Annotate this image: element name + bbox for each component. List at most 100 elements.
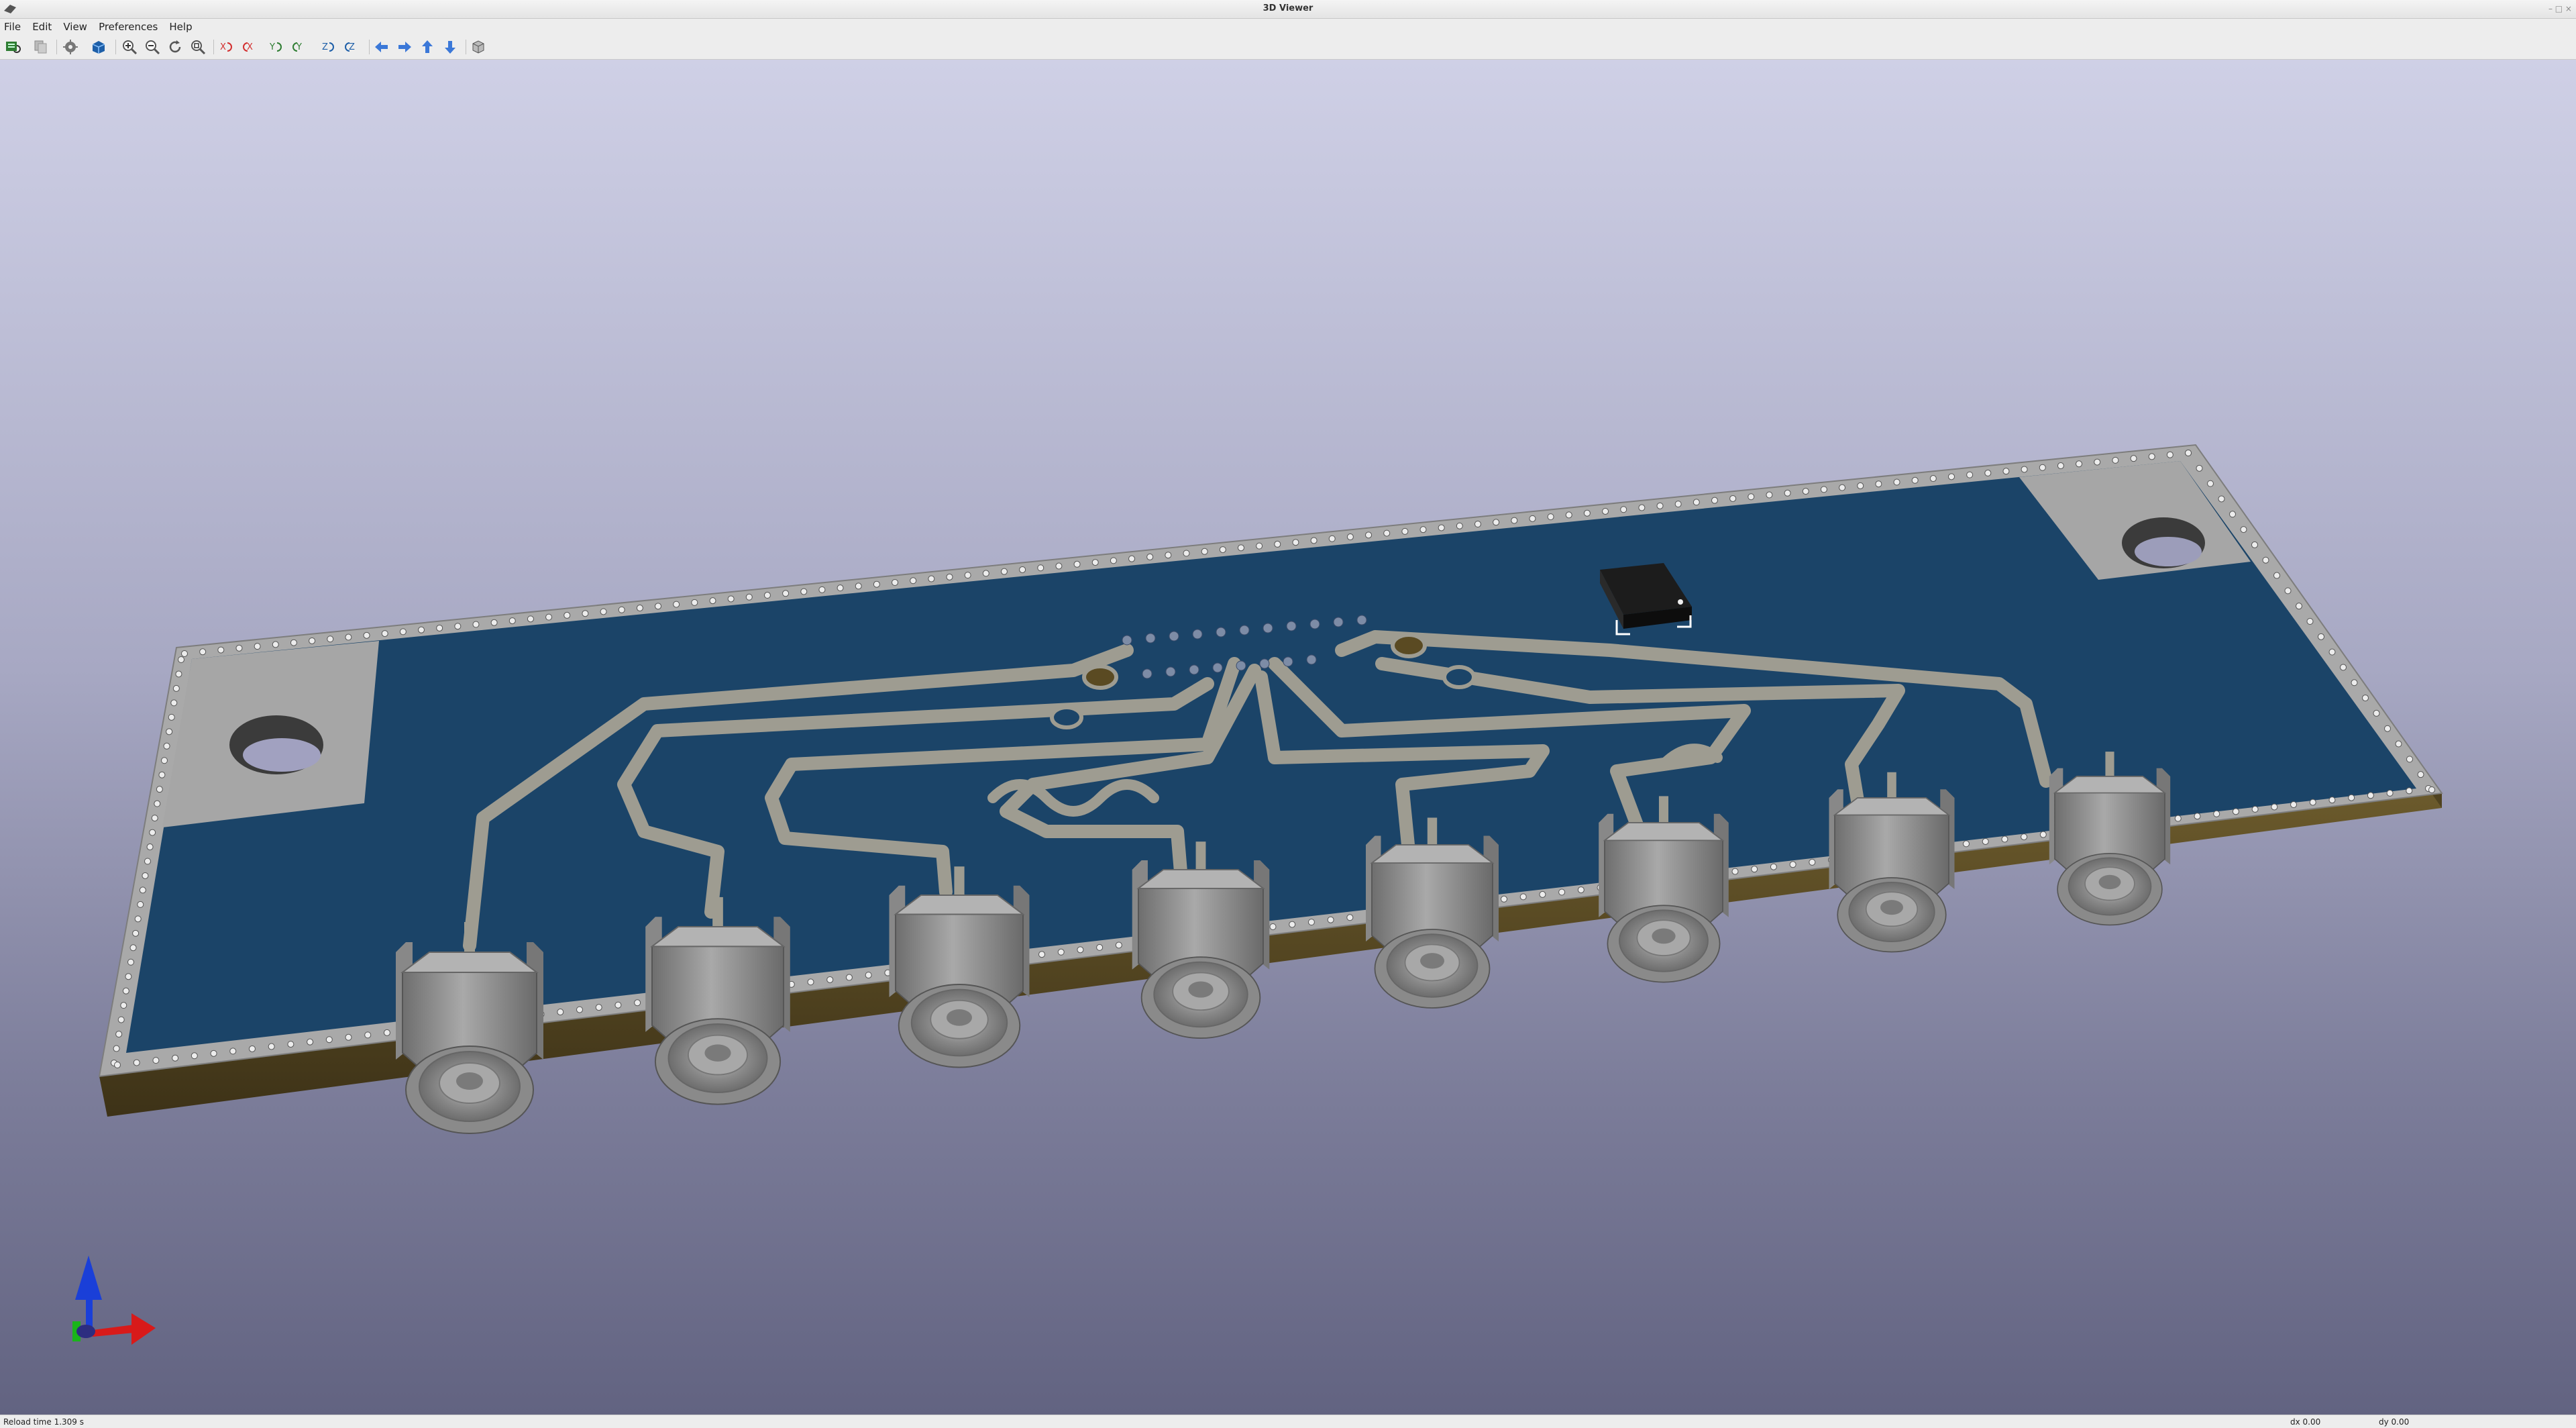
edge-via [134, 915, 142, 923]
refresh-icon[interactable] [166, 38, 184, 56]
raytrace-icon[interactable] [90, 38, 107, 56]
edge-via [1947, 473, 1955, 480]
edge-via [1269, 923, 1277, 930]
edge-via [2251, 805, 2259, 813]
edge-via [2351, 679, 2358, 686]
edge-via [436, 624, 443, 631]
edge-via [928, 575, 935, 582]
large-via-1 [1082, 664, 1118, 690]
edge-via [133, 1059, 140, 1066]
edge-via [175, 670, 182, 678]
edge-via [2386, 789, 2394, 797]
zoom-in-icon[interactable] [121, 38, 138, 56]
edge-via [178, 656, 184, 663]
edge-via [1770, 863, 1777, 870]
zoom-fit-icon[interactable] [189, 38, 207, 56]
menu-edit[interactable]: Edit [28, 19, 56, 34]
edge-via [1237, 544, 1244, 552]
edge-via [1577, 886, 1585, 894]
edge-via [2094, 458, 2101, 466]
rotate-y-ccw-icon[interactable]: Y [290, 38, 307, 56]
move-right-icon[interactable] [396, 38, 413, 56]
edge-via [1784, 489, 1791, 497]
edge-via [1731, 868, 1739, 875]
edge-via [381, 630, 388, 638]
menu-view[interactable]: View [59, 19, 91, 34]
menu-help[interactable]: Help [165, 19, 196, 34]
edge-via [2251, 541, 2258, 548]
edge-via [454, 623, 462, 630]
edge-via [1146, 553, 1154, 560]
edge-via [364, 1031, 372, 1039]
edge-via [2406, 787, 2413, 795]
large-via-4 [1442, 665, 1476, 689]
edge-via [1539, 890, 1546, 898]
edge-via [873, 580, 880, 588]
edge-via [2039, 831, 2047, 838]
edge-via [149, 829, 156, 836]
edge-via [325, 1036, 333, 1043]
edge-via [2384, 725, 2391, 732]
edge-via [1383, 529, 1391, 537]
edge-via [1547, 513, 1554, 521]
rotate-x-ccw-icon[interactable]: X [240, 38, 258, 56]
3d-viewport[interactable] [0, 60, 2576, 1415]
move-up-icon[interactable] [419, 38, 436, 56]
edge-via [383, 1029, 390, 1036]
move-left-icon[interactable] [373, 38, 390, 56]
edge-via [1110, 557, 1117, 564]
edge-via [1766, 491, 1773, 499]
edge-via [163, 742, 170, 750]
menu-preferences[interactable]: Preferences [95, 19, 162, 34]
edge-via [1820, 486, 1827, 493]
edge-via [2057, 462, 2064, 470]
edge-via [191, 1052, 198, 1060]
edge-via [636, 605, 643, 612]
svg-text:Z: Z [322, 42, 328, 52]
edge-via [345, 1033, 352, 1041]
edge-via [2395, 740, 2402, 748]
edge-via [120, 1002, 127, 1009]
edge-via [1055, 562, 1063, 570]
zoom-out-icon[interactable] [144, 38, 161, 56]
edge-via [1328, 535, 1336, 542]
edge-via [122, 987, 129, 994]
copy-image-icon[interactable] [32, 38, 50, 56]
edge-via [2213, 810, 2220, 817]
edge-via [673, 601, 680, 608]
edge-via [2271, 803, 2278, 811]
edge-via [782, 590, 790, 597]
move-down-icon[interactable] [441, 38, 459, 56]
orthographic-toggle-icon[interactable] [470, 38, 487, 56]
reload-board-icon[interactable] [4, 38, 21, 56]
edge-via [181, 650, 188, 657]
edge-via [595, 1004, 602, 1011]
edge-via [1875, 480, 1882, 488]
edge-via [1292, 539, 1299, 546]
edge-via [137, 901, 144, 908]
edge-via [2296, 603, 2302, 610]
edge-via [508, 617, 516, 625]
edge-via [582, 610, 589, 617]
render-options-icon[interactable] [62, 38, 79, 56]
edge-via [172, 684, 180, 692]
edge-via [2306, 618, 2314, 625]
edge-via [1638, 504, 1646, 511]
edge-via [910, 577, 917, 584]
edge-via [1802, 488, 1809, 495]
edge-via [2406, 756, 2413, 763]
edge-via [166, 728, 173, 735]
edge-via [655, 603, 662, 610]
edge-via [1365, 531, 1373, 539]
edge-via [114, 1062, 121, 1068]
window-controls[interactable]: – □ × [2548, 4, 2572, 13]
rotate-z-cw-icon[interactable]: Z [319, 38, 337, 56]
pcb-3d-render[interactable] [0, 60, 2576, 1415]
rotate-x-cw-icon[interactable]: X [217, 38, 235, 56]
edge-via [2232, 808, 2239, 815]
rotate-z-ccw-icon[interactable]: Z [342, 38, 360, 56]
edge-via [2001, 835, 2008, 843]
menu-file[interactable]: File [0, 19, 25, 34]
edge-via [1809, 858, 1816, 866]
rotate-y-cw-icon[interactable]: Y [267, 38, 284, 56]
